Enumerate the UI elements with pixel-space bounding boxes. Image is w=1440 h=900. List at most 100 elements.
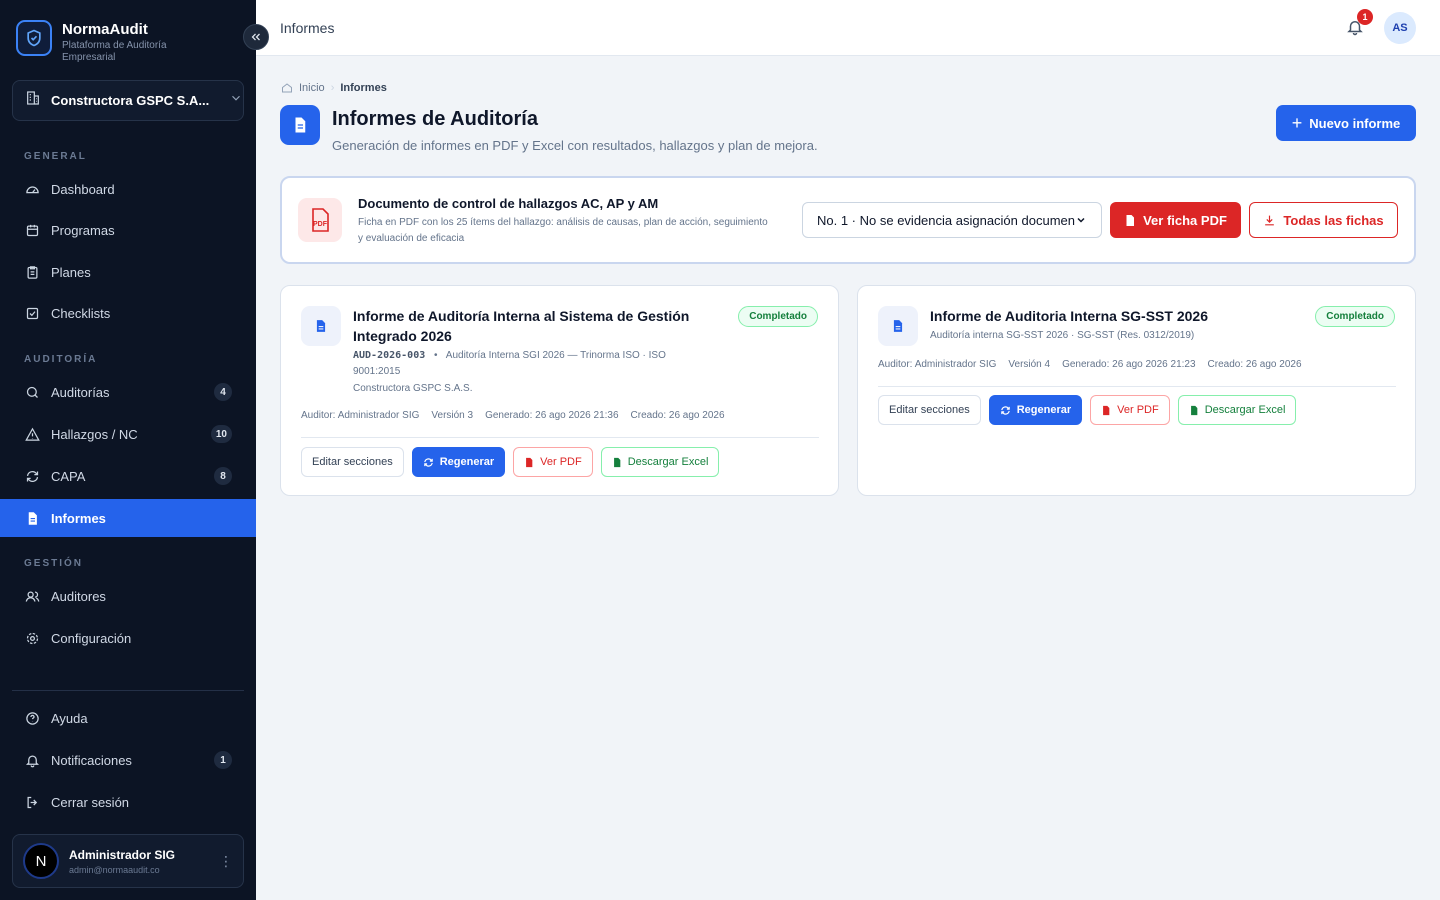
- sidebar-item-label: Ayuda: [51, 710, 88, 726]
- sidebar-item-label: Planes: [51, 264, 91, 280]
- organization-selector[interactable]: Constructora GSPC S.A...: [12, 80, 244, 121]
- document-icon: [280, 105, 320, 145]
- all-sheets-button[interactable]: Todas las fichas: [1249, 202, 1398, 238]
- user-card[interactable]: N Administrador SIG admin@normaaudit.co …: [12, 834, 244, 888]
- page-title: Informes de Auditoría: [332, 108, 538, 130]
- sidebar-item-planes[interactable]: Planes: [0, 253, 256, 291]
- report-company: Constructora GSPC S.A.S.: [353, 383, 473, 394]
- control-document-description: Ficha en PDF con los 25 ítems del hallaz…: [358, 217, 768, 244]
- sidebar-item-dashboard[interactable]: Dashboard: [0, 170, 256, 208]
- more-vertical-icon[interactable]: ⋮: [219, 853, 233, 870]
- user-name: Administrador SIG: [69, 847, 176, 862]
- breadcrumb-home[interactable]: Inicio: [299, 82, 325, 94]
- refresh-icon: [1000, 405, 1010, 415]
- checkbox-icon: [24, 305, 40, 321]
- sidebar-item-cerrar-sesion[interactable]: Cerrar sesión: [0, 783, 256, 821]
- regenerate-button[interactable]: Regenerar: [411, 447, 506, 477]
- report-info: Auditor: Administrador SIG Versión 3 Gen…: [301, 410, 725, 421]
- chevron-right-icon: ›: [330, 82, 335, 94]
- view-pdf-sheet-button[interactable]: Ver ficha PDF: [1110, 202, 1241, 238]
- regenerate-button[interactable]: Regenerar: [988, 395, 1083, 425]
- sidebar-item-label: Checklists: [51, 305, 111, 321]
- view-pdf-label: Ver PDF: [1117, 404, 1159, 416]
- new-report-label: Nuevo informe: [1309, 115, 1401, 131]
- status-badge: Completado: [1315, 306, 1395, 327]
- report-actions: Editar secciones Regenerar Ver PDF Desca…: [301, 447, 720, 477]
- report-created: Creado: 26 ago 2026: [1207, 359, 1302, 370]
- topbar: Informes 1 AS: [256, 0, 1440, 56]
- report-version: Versión 3: [431, 410, 474, 421]
- pdf-icon: [1126, 214, 1135, 226]
- download-icon: [1265, 215, 1275, 225]
- regenerate-label: Regenerar: [1016, 404, 1072, 416]
- sidebar: NormaAudit Plataforma de Auditoría Empre…: [0, 0, 256, 900]
- brand[interactable]: NormaAudit Plataforma de Auditoría Empre…: [16, 20, 192, 64]
- sidebar-item-notificaciones[interactable]: Notificaciones 1: [0, 741, 256, 779]
- count-badge: 4: [214, 383, 232, 401]
- sidebar-item-label: Informes: [51, 510, 106, 526]
- sidebar-item-auditores[interactable]: Auditores: [0, 577, 256, 615]
- sidebar-item-label: Notificaciones: [51, 752, 132, 768]
- edit-sections-button[interactable]: Editar secciones: [301, 447, 404, 477]
- sidebar-item-label: Hallazgos / NC: [51, 426, 138, 442]
- finding-select-value: No. 1 · No se evidencia asignación docum…: [817, 212, 1075, 228]
- regenerate-label: Regenerar: [439, 456, 495, 468]
- sidebar-item-checklists[interactable]: Checklists: [0, 294, 256, 332]
- control-document-title: Documento de control de hallazgos AC, AP…: [358, 196, 659, 211]
- report-auditor: Auditor: Administrador SIG: [878, 359, 997, 370]
- document-icon: [301, 306, 341, 346]
- brand-subtitle: Plataforma de Auditoría Empresarial: [62, 40, 167, 63]
- count-badge: 1: [214, 751, 232, 769]
- report-title: Informe de Auditoría Interna al Sistema …: [353, 308, 690, 344]
- warning-icon: [24, 426, 40, 442]
- sidebar-item-programas[interactable]: Programas: [0, 211, 256, 249]
- plus-icon: +: [1291, 113, 1303, 133]
- report-scope: Auditoría interna SG-SST 2026 · SG-SST (…: [930, 330, 1195, 341]
- report-generated: Generado: 26 ago 2026 21:23: [1062, 359, 1196, 370]
- view-pdf-button[interactable]: Ver PDF: [1090, 395, 1170, 425]
- sidebar-item-hallazgos[interactable]: Hallazgos / NC 10: [0, 415, 256, 453]
- meta-separator: •: [434, 350, 438, 361]
- control-document-card: PDF Documento de control de hallazgos AC…: [280, 176, 1416, 264]
- report-title: Informe de Auditoria Interna SG-SST 2026: [930, 308, 1208, 324]
- notification-badge: 1: [1357, 9, 1373, 25]
- help-icon: [24, 710, 40, 726]
- breadcrumb: Inicio › Informes: [281, 82, 387, 94]
- logout-icon: [24, 794, 40, 810]
- section-general: GENERAL: [24, 151, 87, 162]
- page-subtitle: Generación de informes en PDF y Excel co…: [332, 138, 818, 153]
- sidebar-item-configuracion[interactable]: Configuración: [0, 619, 256, 657]
- sidebar-item-auditorias[interactable]: Auditorías 4: [0, 373, 256, 411]
- clipboard-icon: [24, 264, 40, 280]
- all-sheets-label: Todas las fichas: [1283, 212, 1384, 228]
- collapse-sidebar-button[interactable]: [243, 24, 269, 50]
- document-icon: [24, 510, 40, 526]
- avatar[interactable]: AS: [1384, 12, 1416, 44]
- sidebar-item-informes[interactable]: Informes: [0, 499, 256, 537]
- bell-icon: [24, 752, 40, 768]
- organization-name: Constructora GSPC S.A...: [51, 93, 210, 108]
- status-badge: Completado: [738, 306, 818, 327]
- download-excel-button[interactable]: Descargar Excel: [600, 447, 720, 477]
- new-report-button[interactable]: + Nuevo informe: [1276, 105, 1416, 141]
- document-icon: [878, 306, 918, 346]
- pdf-badge-text: PDF: [313, 221, 328, 228]
- view-pdf-button[interactable]: Ver PDF: [513, 447, 593, 477]
- gear-icon: [24, 630, 40, 646]
- edit-sections-label: Editar secciones: [312, 456, 393, 468]
- sidebar-item-capa[interactable]: CAPA 8: [0, 457, 256, 495]
- home-icon: [282, 83, 292, 93]
- report-card: Informe de Auditoria Interna SG-SST 2026…: [857, 285, 1416, 496]
- sidebar-item-ayuda[interactable]: Ayuda: [0, 699, 256, 737]
- finding-select[interactable]: No. 1 · No se evidencia asignación docum…: [802, 202, 1102, 238]
- calendar-icon: [24, 222, 40, 238]
- sidebar-item-label: Auditorías: [51, 384, 110, 400]
- section-gestion: GESTIÓN: [24, 558, 84, 569]
- topbar-title: Informes: [280, 20, 335, 36]
- report-info: Auditor: Administrador SIG Versión 4 Gen…: [878, 359, 1302, 370]
- report-actions: Editar secciones Regenerar Ver PDF Desca…: [878, 395, 1297, 425]
- edit-sections-button[interactable]: Editar secciones: [878, 395, 981, 425]
- download-excel-button[interactable]: Descargar Excel: [1177, 395, 1297, 425]
- view-pdf-sheet-label: Ver ficha PDF: [1143, 212, 1227, 228]
- breadcrumb-current: Informes: [340, 82, 387, 94]
